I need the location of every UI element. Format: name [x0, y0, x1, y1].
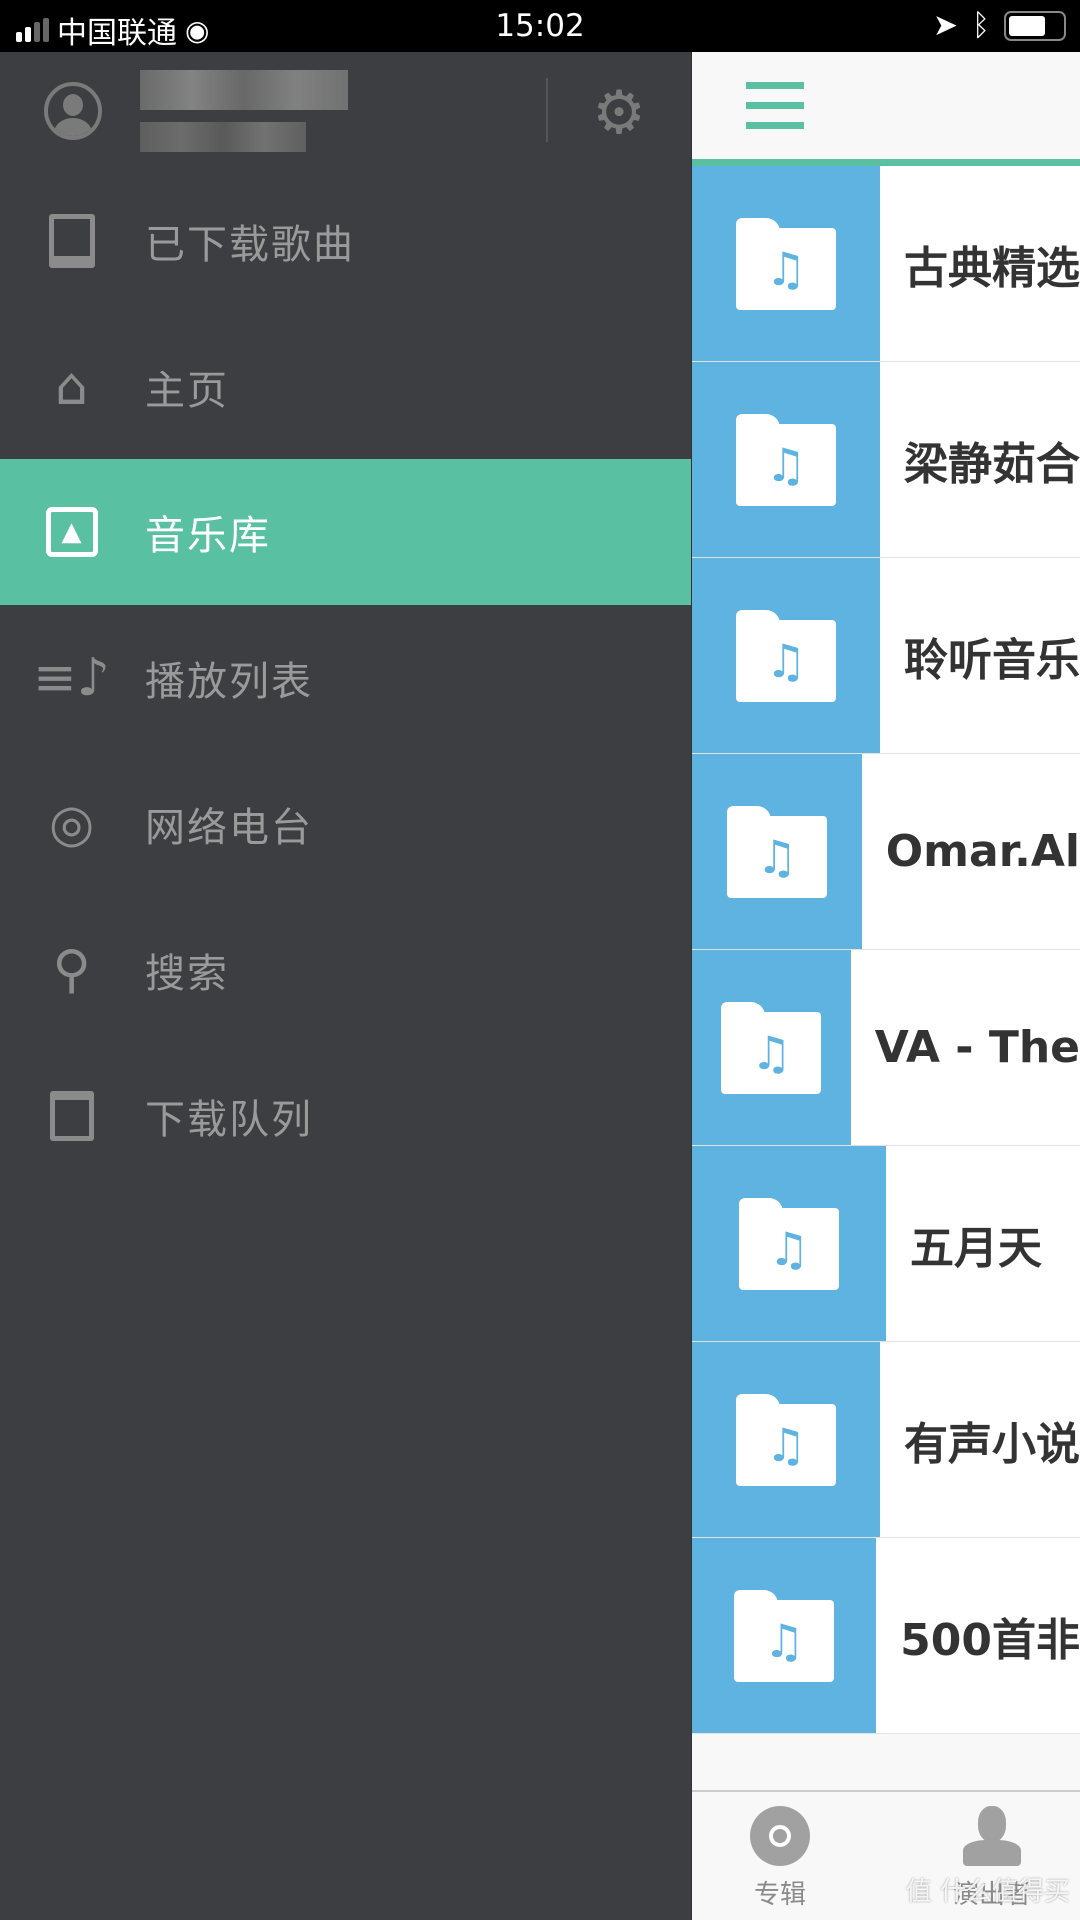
tablet-icon [0, 214, 145, 268]
menu-label: 主页 [145, 368, 229, 414]
music-folder-icon: ♫ [726, 805, 827, 898]
folder-row[interactable]: ♫ 五月天 [692, 1146, 1080, 1342]
library-panel: ♫ 古典精选 ♫ 梁静茹合 ♫ 聆听音乐 ♫ Omar.Al ♫ VA - The ♫ 五月天 ♫ 有声小… [691, 52, 1080, 1920]
menu-item-search[interactable]: ⚲ 搜索 [0, 897, 691, 1043]
folder-title: 梁静茹合 [904, 438, 1080, 490]
folder-thumbnail: ♫ [692, 1342, 880, 1537]
folder-thumbnail: ♫ [692, 950, 851, 1145]
menu-label: 音乐库 [145, 513, 271, 559]
gear-icon[interactable]: ⚙ [588, 82, 650, 144]
music-folder-icon: ♫ [736, 413, 836, 506]
folder-thumbnail: ♫ [692, 558, 880, 753]
menu-item-download-queue[interactable]: 下载队列 [0, 1043, 691, 1189]
folder-row[interactable]: ♫ 梁静茹合 [692, 362, 1080, 558]
menu-label: 下载队列 [145, 1097, 313, 1143]
menu-label: 已下载歌曲 [145, 222, 355, 268]
folder-row[interactable]: ♫ 古典精选 [692, 166, 1080, 362]
location-icon: ➤ [932, 8, 958, 43]
top-bar [692, 52, 1080, 159]
folder-title: 有声小说 [904, 1418, 1080, 1470]
accent-divider [692, 159, 1080, 166]
server-blurred [140, 122, 306, 152]
folder-title: 五月天 [910, 1222, 1042, 1274]
radio-icon: ◎ [48, 794, 95, 854]
disc-icon [750, 1806, 810, 1866]
music-folder-icon: ♫ [734, 1589, 835, 1682]
folder-thumbnail: ♫ [692, 1538, 877, 1733]
music-folder-icon: ♫ [736, 609, 836, 702]
folder-row[interactable]: ♫ VA - The [692, 950, 1080, 1146]
menu-item-home[interactable]: ⌂ 主页 [0, 314, 691, 460]
folder-thumbnail: ♫ [692, 754, 862, 949]
folder-title: Omar.Al [885, 826, 1080, 877]
music-folder-icon: ♫ [739, 1197, 839, 1290]
folder-row[interactable]: ♫ 有声小说 [692, 1342, 1080, 1538]
clipboard-icon [0, 1091, 145, 1141]
folder-row[interactable]: ♫ 聆听音乐 [692, 558, 1080, 754]
menu-item-radio[interactable]: ◎ 网络电台 [0, 751, 691, 897]
folder-title: 500首非 [900, 1614, 1080, 1666]
menu-label: 网络电台 [145, 805, 313, 851]
folder-title: VA - The [874, 1022, 1080, 1073]
tab-albums[interactable]: 专辑 [710, 1806, 850, 1911]
library-icon: ▲ [0, 507, 145, 557]
menu-item-playlist[interactable]: ≡♪ 播放列表 [0, 605, 691, 751]
playlist-icon: ≡♪ [33, 648, 110, 708]
clock: 15:02 [495, 8, 585, 44]
home-icon: ⌂ [54, 357, 88, 417]
status-bar: 中国联通 ◉ 15:02 ➤ ᛒ [0, 0, 1080, 52]
battery-icon [1004, 10, 1066, 41]
folder-title: 聆听音乐 [904, 634, 1080, 686]
hamburger-menu-icon[interactable] [746, 82, 804, 130]
profile-header: ⚙ [0, 52, 691, 166]
menu-item-library[interactable]: ▲ 音乐库 [0, 459, 691, 605]
music-folder-icon: ♫ [721, 1001, 822, 1094]
folder-title: 古典精选 [904, 242, 1080, 294]
folder-thumbnail: ♫ [692, 166, 880, 361]
music-folder-icon: ♫ [736, 1393, 836, 1486]
search-icon: ⚲ [52, 940, 91, 1000]
folder-thumbnail: ♫ [692, 1146, 886, 1341]
folder-thumbnail: ♫ [692, 362, 880, 557]
username-blurred [140, 70, 348, 110]
menu-label: 搜索 [145, 951, 229, 997]
music-folder-icon: ♫ [736, 217, 836, 310]
menu-label: 播放列表 [145, 659, 313, 705]
avatar-icon[interactable] [44, 82, 102, 140]
tab-label: 专辑 [753, 1880, 806, 1910]
folder-row[interactable]: ♫ Omar.Al [692, 754, 1080, 950]
menu-item-downloaded[interactable]: 已下载歌曲 [0, 168, 691, 314]
navigation-drawer: ⚙ 已下载歌曲 ⌂ 主页 ▲ 音乐库 ≡♪ 播放列表 ◎ 网络电台 ⚲ 搜索 下… [0, 52, 691, 1920]
person-icon [963, 1806, 1021, 1866]
divider [546, 78, 548, 142]
folder-row[interactable]: ♫ 500首非 [692, 1538, 1080, 1734]
watermark: 值 什么值得买 [905, 1877, 1070, 1907]
bluetooth-icon: ᛒ [972, 8, 990, 43]
